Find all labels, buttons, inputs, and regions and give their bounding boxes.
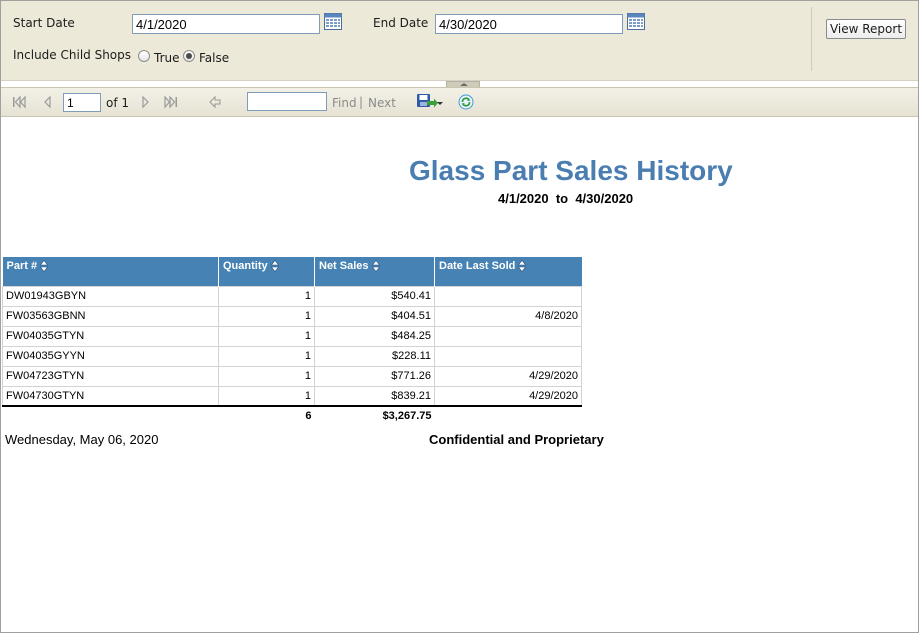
next-page-icon[interactable] <box>138 95 152 109</box>
view-report-button[interactable]: View Report <box>826 19 906 39</box>
total-quantity: 6 <box>305 409 312 422</box>
calendar-icon[interactable] <box>627 13 645 30</box>
cell-date-last-sold <box>434 325 582 347</box>
cell-net-sales: $404.51 <box>314 305 435 327</box>
end-date-input[interactable] <box>435 14 623 34</box>
cell-net-sales: $228.11 <box>314 345 435 367</box>
cell-quantity: 1 <box>218 305 315 327</box>
report-toolbar: of 1 Find | Next <box>1 87 918 117</box>
next-link[interactable]: Next <box>368 96 396 110</box>
sales-table: Part # Quantity Net Sales Date Last Sold… <box>2 257 582 424</box>
radio-true-label: True <box>154 51 180 65</box>
find-separator: | <box>359 95 364 109</box>
cell-date-last-sold: 4/8/2020 <box>434 305 582 327</box>
cell-net-sales: $540.41 <box>314 285 435 307</box>
parameters-panel: Start Date End Date Include Child Shops … <box>1 1 918 81</box>
column-header-date-last-sold[interactable]: Date Last Sold <box>434 257 582 286</box>
cell-quantity: 1 <box>218 365 315 387</box>
export-save-icon[interactable] <box>416 93 444 111</box>
column-header-part[interactable]: Part # <box>2 257 219 286</box>
report-date-range: 4/1/2020 to 4/30/2020 <box>498 191 634 206</box>
divider <box>811 7 812 71</box>
start-date-input[interactable] <box>132 14 320 34</box>
cell-part: FW04730GTYN <box>2 385 219 407</box>
include-child-shops-label: Include Child Shops <box>13 48 132 62</box>
total-net-sales: $3,267.75 <box>382 409 432 422</box>
cell-date-last-sold <box>434 285 582 307</box>
end-date-label: End Date <box>373 16 429 30</box>
cell-part: FW04035GTYN <box>2 325 219 347</box>
page-count: of 1 <box>106 96 130 110</box>
refresh-icon[interactable] <box>458 94 474 110</box>
previous-page-icon[interactable] <box>41 95 55 109</box>
sort-icon[interactable] <box>518 260 527 273</box>
cell-quantity: 1 <box>218 285 315 307</box>
cell-date-last-sold <box>434 345 582 367</box>
table-header-row: Part # Quantity Net Sales Date Last Sold <box>2 257 582 286</box>
table-row: FW04035GYYN 1 $228.11 <box>2 345 582 367</box>
report-viewer: Start Date End Date Include Child Shops … <box>0 0 919 633</box>
cell-quantity: 1 <box>218 385 315 407</box>
cell-empty <box>3 406 219 424</box>
report-title: Glass Part Sales History <box>409 155 733 186</box>
find-link[interactable]: Find <box>332 96 357 110</box>
column-header-net-sales[interactable]: Net Sales <box>314 257 435 286</box>
cell-empty <box>435 406 582 424</box>
confidential-notice: Confidential and Proprietary <box>429 432 604 447</box>
cell-quantity: 1 <box>218 345 315 367</box>
cell-quantity: 1 <box>218 325 315 347</box>
table-row: FW04723GTYN 1 $771.26 4/29/2020 <box>2 365 582 387</box>
table-row: FW04035GTYN 1 $484.25 <box>2 325 582 347</box>
cell-part: FW03563GBNN <box>2 305 219 327</box>
start-date-label: Start Date <box>13 16 75 30</box>
cell-part: FW04723GTYN <box>2 365 219 387</box>
table-row: DW01943GBYN 1 $540.41 <box>2 285 582 307</box>
back-icon[interactable] <box>208 95 222 109</box>
page-number-input[interactable] <box>63 93 101 112</box>
cell-date-last-sold: 4/29/2020 <box>434 365 582 387</box>
report-print-date: Wednesday, May 06, 2020 <box>5 432 159 447</box>
table-row: FW04730GTYN 1 $839.21 4/29/2020 <box>2 385 582 407</box>
table-row: FW03563GBNN 1 $404.51 4/8/2020 <box>2 305 582 327</box>
column-header-quantity[interactable]: Quantity <box>218 257 315 286</box>
sort-icon[interactable] <box>270 260 279 273</box>
cell-net-sales: $839.21 <box>314 385 435 407</box>
cell-part: FW04035GYYN <box>2 345 219 367</box>
calendar-icon[interactable] <box>324 13 342 30</box>
find-text-input[interactable] <box>247 92 327 111</box>
cell-date-last-sold: 4/29/2020 <box>434 385 582 407</box>
first-page-icon[interactable] <box>12 95 26 109</box>
cell-net-sales: $771.26 <box>314 365 435 387</box>
radio-false-label: False <box>199 51 230 65</box>
radio-true[interactable] <box>138 50 150 62</box>
last-page-icon[interactable] <box>164 95 178 109</box>
cell-net-sales: $484.25 <box>314 325 435 347</box>
radio-false[interactable] <box>183 50 195 62</box>
cell-part: DW01943GBYN <box>2 285 219 307</box>
totals-row: 6 $3,267.75 <box>3 406 582 424</box>
sort-icon[interactable] <box>40 260 49 273</box>
sort-icon[interactable] <box>371 260 380 273</box>
